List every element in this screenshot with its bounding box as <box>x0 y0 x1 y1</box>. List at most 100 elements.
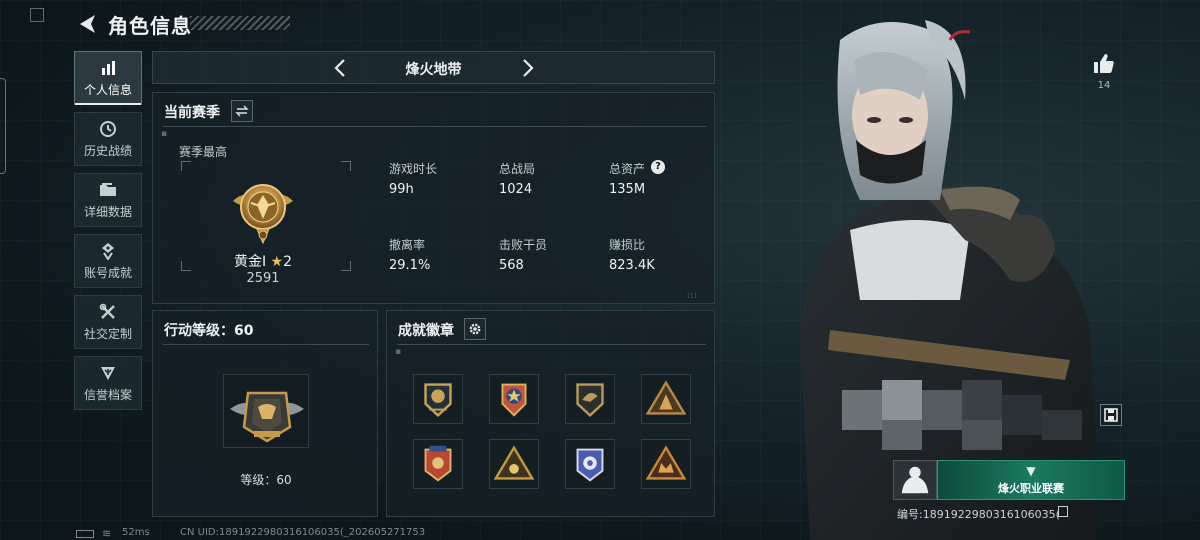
achievement-badge[interactable] <box>489 374 539 424</box>
stat-value: 823.4K <box>609 258 655 273</box>
achievement-title: 成就徽章 <box>398 323 454 339</box>
like-button[interactable] <box>1092 52 1116 80</box>
level-badge-icon <box>230 391 304 443</box>
achievement-badge[interactable] <box>489 439 539 489</box>
rank-score: 2591 <box>246 271 280 286</box>
stat-value: 1024 <box>499 182 533 197</box>
sidebar-item-label: 个人信息 <box>83 82 132 97</box>
badge-crest-icon <box>424 445 452 482</box>
achievement-badge[interactable] <box>565 439 615 489</box>
tools-icon <box>99 303 115 319</box>
stat-label: 击败干员 <box>499 238 548 252</box>
panel-deco: ⁞⁞⁞ <box>687 291 698 300</box>
corner-dot: ▪ <box>395 347 402 357</box>
badge-bird-icon <box>576 383 604 417</box>
stat-label: 总资产 <box>609 162 646 176</box>
next-map-button[interactable] <box>515 56 539 80</box>
season-best-label: 赛季最高 <box>179 145 228 159</box>
edge-handle <box>0 78 6 174</box>
league-banner[interactable]: ▼ 烽火职业联赛 <box>937 460 1125 500</box>
stat-label: 赚损比 <box>609 238 646 252</box>
season-panel: 当前赛季 ▪ 赛季最高 黄金I ★2 2591 游戏时长 99h 总战局 102… <box>152 92 715 304</box>
badge-triangle-icon <box>645 380 687 415</box>
badge-blue-shield-icon <box>576 448 604 482</box>
footer-uid: CN UID:1891922980316106035(_202605271753 <box>180 527 426 538</box>
achievement-badge[interactable] <box>413 374 463 424</box>
stat-label: 总战局 <box>499 162 536 176</box>
star-icon: ★ <box>270 254 284 270</box>
stat-value: 568 <box>499 258 524 273</box>
rank-name: 黄金I <box>233 254 267 270</box>
achievement-panel: 成就徽章 ▪ <box>386 310 715 517</box>
sidebar-item-match-history[interactable]: 历史战绩 <box>74 112 142 166</box>
clock-icon <box>100 120 116 137</box>
corner-dot: ▪ <box>161 129 168 139</box>
banner-title: 烽火职业联赛 <box>998 482 1064 495</box>
stat-label: 撤离率 <box>389 238 426 252</box>
sidebar-item-social-custom[interactable]: 社交定制 <box>74 295 142 349</box>
folder-icon <box>100 182 116 196</box>
chevron-right-icon <box>523 59 534 77</box>
avatar[interactable] <box>893 460 937 500</box>
copy-icon[interactable] <box>1058 506 1068 517</box>
stat-label: 游戏时长 <box>389 162 438 176</box>
title-decoration <box>190 16 290 30</box>
stat-value: 99h <box>389 182 414 197</box>
level-badge-frame <box>223 374 309 448</box>
swap-icon <box>235 105 249 117</box>
badge-star-icon <box>501 383 527 417</box>
avatar-image-icon <box>901 466 929 494</box>
level-text: 等级：60 <box>240 473 292 487</box>
rank-emblem-icon <box>231 177 295 251</box>
achievement-badge[interactable] <box>641 374 691 424</box>
map-selector: 烽火地带 <box>152 51 715 84</box>
back-arrow-icon <box>80 15 95 33</box>
bar-chart-icon <box>102 60 115 75</box>
thumbs-up-icon <box>1094 54 1114 73</box>
sidebar-item-credit-record[interactable]: 信誉档案 <box>74 356 142 410</box>
sidebar-item-achievements[interactable]: 账号成就 <box>74 234 142 288</box>
shield-icon <box>101 366 115 380</box>
badge-crown-icon <box>645 445 687 480</box>
season-title: 当前赛季 <box>164 105 220 121</box>
action-level-title: 行动等级：60 <box>164 323 254 339</box>
stat-value: 135M <box>609 182 646 197</box>
divider <box>163 344 369 345</box>
character-model <box>770 0 1105 540</box>
season-switch-button[interactable] <box>231 100 253 122</box>
like-count: 14 <box>1097 80 1111 91</box>
stat-value: 29.1% <box>389 258 431 273</box>
achievement-badge[interactable] <box>641 439 691 489</box>
save-button[interactable] <box>1100 404 1122 426</box>
page-title: 角色信息 <box>108 14 192 38</box>
achievement-badge[interactable] <box>565 374 615 424</box>
rank-title: 黄金I ★2 <box>183 251 343 271</box>
wifi-icon: ≋ <box>102 527 112 540</box>
save-icon <box>1104 408 1118 422</box>
frame-corner <box>181 161 191 171</box>
achievement-badge[interactable] <box>413 439 463 489</box>
sidebar-item-label: 信誉档案 <box>83 387 132 402</box>
sidebar-item-label: 历史战绩 <box>83 143 132 158</box>
blurred-region <box>842 380 1092 450</box>
sidebar-item-label: 社交定制 <box>83 326 132 341</box>
sidebar-item-label: 账号成就 <box>83 265 132 280</box>
help-icon[interactable]: ? <box>651 160 665 174</box>
badge-eye-icon <box>493 445 535 480</box>
trophy-icon <box>102 242 114 260</box>
battery-icon <box>76 530 94 538</box>
sidebar-item-label: 详细数据 <box>83 204 132 219</box>
sidebar-item-personal-info[interactable]: 个人信息 <box>74 51 142 105</box>
banner-logo-icon: ▼ <box>1026 464 1036 478</box>
player-uid: 编号:1891922980316106035( <box>897 508 1060 521</box>
achievement-settings-button[interactable] <box>464 318 486 340</box>
frame-corner <box>341 161 351 171</box>
rank-stars: 2 <box>283 254 293 270</box>
gear-icon <box>469 323 481 335</box>
sidebar-item-detailed-data[interactable]: 详细数据 <box>74 173 142 227</box>
back-button[interactable] <box>76 13 98 35</box>
corner-mark <box>30 8 44 22</box>
action-level-panel: 行动等级：60 等级：60 <box>152 310 378 517</box>
ping-text: 52ms <box>122 527 150 538</box>
divider <box>163 126 706 127</box>
